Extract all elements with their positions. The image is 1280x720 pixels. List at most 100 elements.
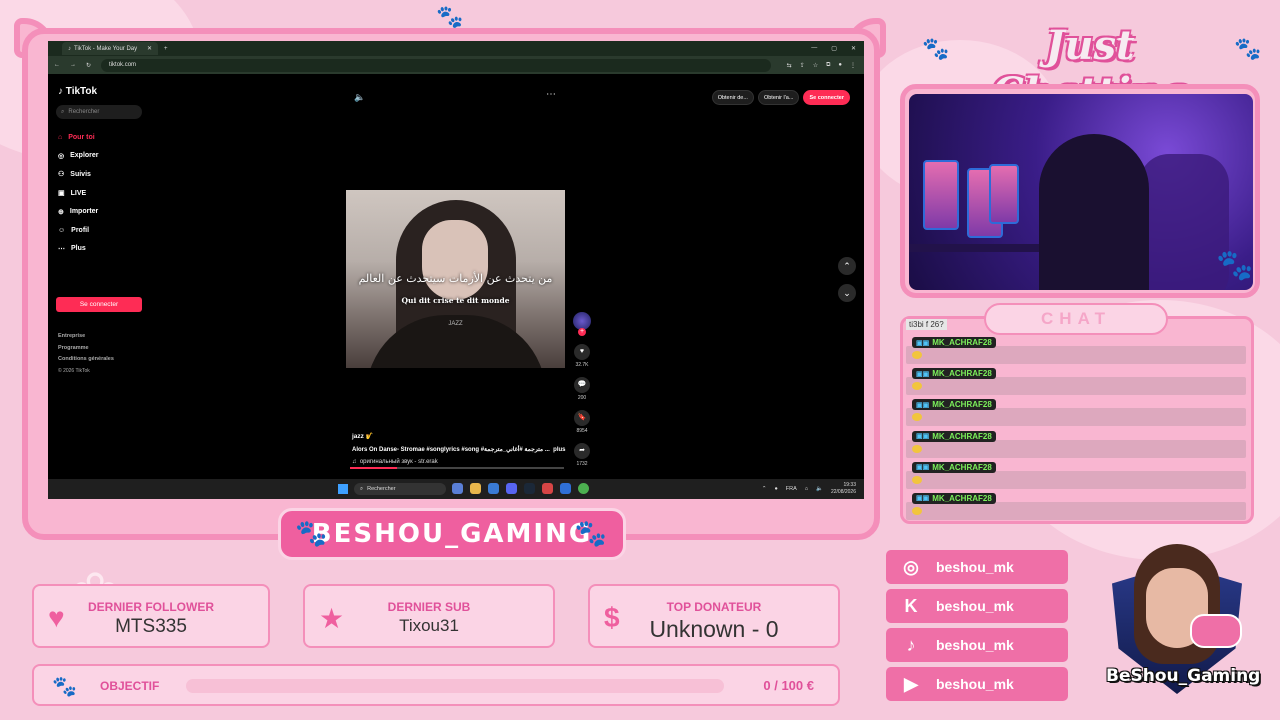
username-text: MK_ACHRAF28 bbox=[932, 462, 992, 472]
chrome-icon[interactable] bbox=[578, 483, 589, 494]
tiktok-favicon-icon: ♪ bbox=[68, 45, 71, 52]
translate-icon[interactable]: ⇆ bbox=[787, 62, 792, 69]
footer-link[interactable]: Programme bbox=[58, 343, 114, 355]
like-icon[interactable]: ♥ bbox=[574, 344, 590, 360]
next-video-button[interactable]: ⌄ bbox=[838, 284, 856, 302]
emote-icon bbox=[912, 475, 922, 484]
chat-message: ▣▣ MK_ACHRAF28 bbox=[906, 367, 1250, 398]
sidebar-item-plus[interactable]: ⋯ Plus bbox=[58, 240, 99, 259]
stat-label: DERNIER SUB bbox=[387, 600, 471, 614]
video-username[interactable]: jazz 🎷 bbox=[352, 432, 566, 440]
new-tab-icon[interactable]: + bbox=[164, 46, 168, 52]
chat-message-list: ▣▣ MK_ACHRAF28 ▣▣ MK_ACHRAF28 ▣▣ MK_ACHRAF2… bbox=[906, 336, 1250, 523]
sound-text: оригинальный звук - str.erak bbox=[359, 459, 438, 465]
bookmark-star-icon[interactable]: ☆ bbox=[813, 62, 818, 69]
creator-avatar[interactable] bbox=[573, 312, 591, 336]
pill-label: Obtenir l'a... bbox=[763, 94, 794, 101]
clock-time: 19:33 bbox=[843, 482, 856, 488]
steam-icon[interactable] bbox=[524, 483, 535, 494]
tray-chevron-icon[interactable]: ⌃ bbox=[762, 486, 767, 492]
search-placeholder: Rechercher bbox=[68, 109, 100, 115]
social-handle: beshou_mk bbox=[936, 676, 1014, 692]
get-desktop-app-button[interactable]: Obtenir l'a... bbox=[757, 90, 800, 105]
file-explorer-icon[interactable] bbox=[470, 483, 481, 494]
reload-icon[interactable]: ↻ bbox=[86, 62, 91, 69]
emote-icon bbox=[912, 444, 922, 453]
url-field[interactable]: tiktok.com bbox=[101, 58, 771, 72]
minimize-icon[interactable]: — bbox=[811, 45, 817, 52]
more-icon: ⋯ bbox=[58, 245, 65, 253]
speaker-icon[interactable]: 🔈 bbox=[816, 486, 823, 492]
social-handle: beshou_mk bbox=[936, 637, 1014, 653]
menu-icon[interactable]: ⋮ bbox=[850, 62, 856, 69]
search-input[interactable]: ⌕ Rechercher bbox=[56, 105, 142, 119]
footer-link[interactable]: Entreprise bbox=[58, 331, 114, 343]
share-icon[interactable]: ⇪ bbox=[800, 62, 805, 69]
obs-icon[interactable] bbox=[542, 483, 553, 494]
sidebar-item-explorer[interactable]: ◎ Explorer bbox=[58, 147, 99, 166]
previous-video-button[interactable]: ⌃ bbox=[838, 257, 856, 275]
windows-start-icon[interactable] bbox=[338, 484, 348, 494]
emote-icon bbox=[912, 351, 922, 359]
instagram-icon: ◎ bbox=[903, 556, 919, 577]
volume-icon[interactable]: 🔈 bbox=[354, 92, 365, 103]
subscriber-badge-icon: ▣▣ bbox=[916, 339, 930, 347]
nav-label: Explorer bbox=[70, 152, 99, 160]
taskbar-clock[interactable]: 19:33 22/08/2026 bbox=[831, 482, 856, 496]
chat-message: ▣▣ MK_ACHRAF28 bbox=[906, 461, 1250, 492]
video-action-bar: ♥ 32.7K 💬 200 🔖 8954 ➦ 1732 bbox=[572, 312, 592, 476]
back-icon[interactable]: ← bbox=[54, 62, 60, 68]
network-icon[interactable]: ⌂ bbox=[805, 486, 808, 492]
see-more-link[interactable]: plus bbox=[553, 447, 565, 453]
pill-label: Obtenir de... bbox=[717, 94, 748, 101]
sidebar-nav: ⌂ Pour toi ◎ Explorer ⚇ Suivis ▣ LIVE ⊕ Impor… bbox=[58, 128, 99, 258]
comment-icon[interactable]: 💬 bbox=[574, 377, 590, 393]
bookmark-icon[interactable]: 🔖 bbox=[574, 410, 590, 426]
clock-date: 22/08/2026 bbox=[830, 489, 856, 495]
taskbar-search[interactable]: ⌕ Rechercher bbox=[354, 483, 446, 495]
browser-tab[interactable]: ♪ TikTok - Make Your Day ✕ bbox=[62, 42, 158, 55]
stat-value: Tixou31 bbox=[399, 616, 459, 635]
chat-bubble bbox=[906, 501, 1246, 520]
sidebar-item-suivis[interactable]: ⚇ Suivis bbox=[58, 165, 99, 184]
sidebar-item-live[interactable]: ▣ LIVE bbox=[58, 184, 99, 203]
share-count: 1732 bbox=[576, 461, 588, 467]
tiktok-logo[interactable]: ♪ TikTok bbox=[58, 86, 97, 97]
chat-username: ▣▣ MK_ACHRAF28 bbox=[912, 399, 996, 411]
url-text: tiktok.com bbox=[109, 62, 137, 68]
tray-app-icon[interactable]: ● bbox=[774, 486, 777, 492]
video-progress-bar[interactable] bbox=[350, 467, 564, 469]
profile-avatar-icon[interactable]: ● bbox=[838, 62, 842, 69]
video-player[interactable]: من يتحدث عن الأزمات سيتحدث عن العالم Qui… bbox=[346, 190, 565, 368]
share-arrow-icon[interactable]: ➦ bbox=[574, 443, 590, 459]
video-progress-fill bbox=[350, 467, 398, 469]
poster-image bbox=[989, 164, 1019, 224]
nav-label: Pour toi bbox=[68, 133, 95, 141]
nav-label: Profil bbox=[71, 226, 90, 234]
get-app-button[interactable]: Obtenir de... bbox=[711, 90, 754, 105]
search-icon: ⌕ bbox=[360, 485, 364, 492]
task-view-icon[interactable] bbox=[452, 483, 463, 494]
close-tab-icon[interactable]: ✕ bbox=[147, 45, 152, 52]
forward-icon[interactable]: → bbox=[70, 62, 76, 68]
sidebar-item-importer[interactable]: ⊕ Importer bbox=[58, 202, 99, 221]
close-window-icon[interactable]: ✕ bbox=[851, 45, 856, 52]
language-indicator[interactable]: FRA bbox=[786, 486, 797, 492]
header-connect-button[interactable]: Se connecter bbox=[803, 90, 850, 105]
footer-link[interactable]: Conditions générales bbox=[58, 354, 114, 366]
store-icon[interactable] bbox=[488, 483, 499, 494]
sidebar-item-profil[interactable]: ☺ Profil bbox=[58, 221, 99, 240]
maximize-icon[interactable]: ▢ bbox=[831, 45, 837, 52]
more-options-icon[interactable]: ⋯ bbox=[546, 89, 556, 100]
social-handle: beshou_mk bbox=[936, 559, 1014, 575]
discord-icon[interactable] bbox=[506, 483, 517, 494]
sidebar-connect-button[interactable]: Se connecter bbox=[56, 297, 142, 312]
social-kick: Kbeshou_mk bbox=[886, 589, 1068, 623]
app-icon[interactable] bbox=[560, 483, 571, 494]
video-sound[interactable]: ♫ оригинальный звук - str.erak bbox=[352, 459, 566, 465]
paw-icon: 🐾 bbox=[436, 4, 464, 29]
stat-label: DERNIER FOLLOWER bbox=[88, 600, 214, 614]
extensions-icon[interactable]: ⧉ bbox=[826, 62, 830, 69]
chat-message: ▣▣ MK_ACHRAF28 bbox=[906, 492, 1250, 523]
sidebar-item-pour-toi[interactable]: ⌂ Pour toi bbox=[58, 128, 99, 147]
